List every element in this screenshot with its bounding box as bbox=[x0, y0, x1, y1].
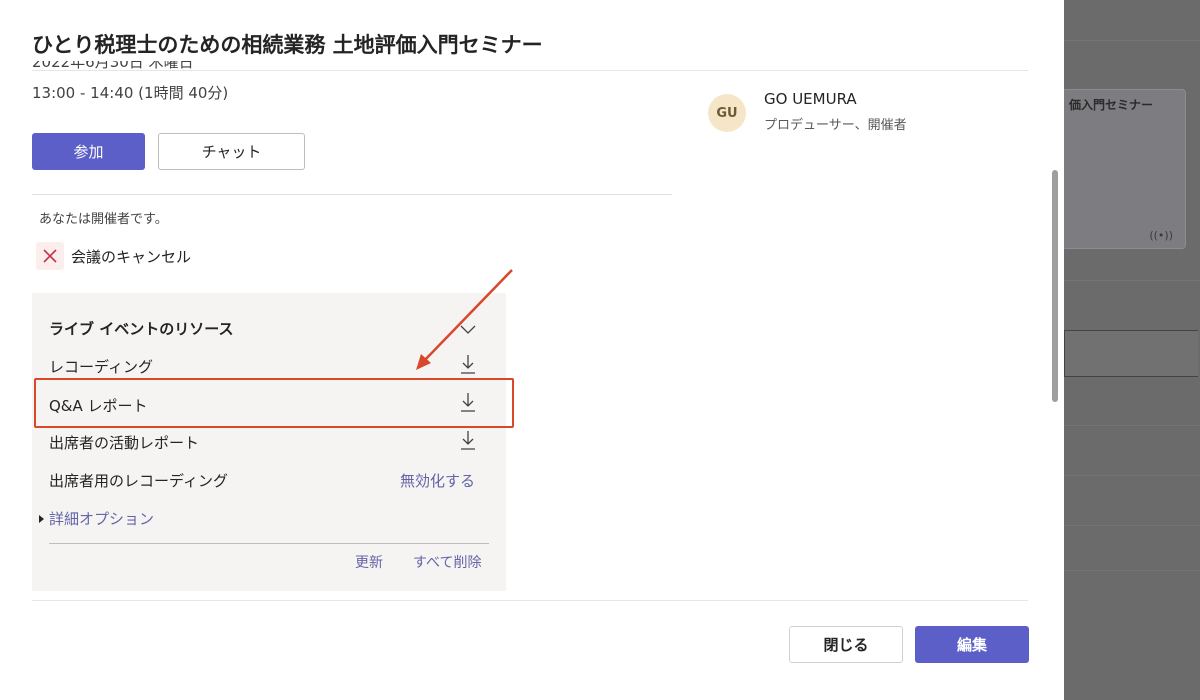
attendee-activity-report-label: 出席者の活動レポート bbox=[49, 434, 200, 452]
background-divider bbox=[1064, 280, 1200, 281]
background-input-box bbox=[1064, 330, 1198, 377]
expand-triangle-icon[interactable] bbox=[39, 515, 44, 523]
avatar: GU bbox=[708, 94, 746, 132]
background-card-title: 価入門セミナー bbox=[1069, 98, 1154, 112]
download-icon[interactable] bbox=[460, 430, 476, 454]
event-date: 2022年6月30日 木曜日 bbox=[32, 61, 194, 70]
event-details-dialog: ひとり税理士のための相続業務 土地評価入門セミナー 2022年6月30日 木曜日… bbox=[0, 0, 1064, 700]
footer-divider bbox=[32, 600, 1028, 601]
broadcast-icon: ((•)) bbox=[1149, 229, 1173, 242]
join-button[interactable]: 参加 bbox=[32, 133, 145, 170]
highlight-annotation-box bbox=[34, 378, 514, 428]
participant-role: プロデューサー、開催者 bbox=[764, 118, 907, 133]
cancel-meeting-button[interactable]: 会議のキャンセル bbox=[36, 242, 191, 270]
event-time: 13:00 - 14:40 (1時間 40分) bbox=[32, 84, 229, 102]
download-icon[interactable] bbox=[460, 354, 476, 378]
title-divider bbox=[32, 70, 1028, 71]
background-event-card: 価入門セミナー ((•)) bbox=[1062, 89, 1186, 249]
background-divider bbox=[1064, 425, 1200, 426]
edit-button[interactable]: 編集 bbox=[915, 626, 1029, 663]
background-divider bbox=[1064, 525, 1200, 526]
close-button[interactable]: 閉じる bbox=[789, 626, 903, 663]
scrollbar[interactable] bbox=[1052, 170, 1058, 402]
resources-title: ライブ イベントのリソース bbox=[49, 320, 234, 338]
dialog-title: ひとり税理士のための相続業務 土地評価入門セミナー bbox=[32, 33, 543, 57]
advanced-options-link[interactable]: 詳細オプション bbox=[49, 508, 154, 529]
close-icon bbox=[36, 242, 64, 270]
live-event-resources-panel: ライブ イベントのリソース レコーディング Q&A レポート 出席者の活動レポー… bbox=[32, 293, 506, 591]
background-divider bbox=[1064, 40, 1200, 41]
chevron-down-icon[interactable] bbox=[460, 320, 476, 339]
background-divider bbox=[1064, 475, 1200, 476]
resources-divider bbox=[49, 543, 489, 544]
organizer-note: あなたは開催者です。 bbox=[39, 212, 168, 227]
section-divider bbox=[32, 194, 672, 195]
chat-button[interactable]: チャット bbox=[158, 133, 305, 170]
recording-item-label: レコーディング bbox=[49, 358, 153, 376]
delete-all-link[interactable]: すべて削除 bbox=[413, 552, 481, 572]
disable-recording-link[interactable]: 無効化する bbox=[400, 470, 475, 491]
participant-name: GO UEMURA bbox=[764, 90, 857, 108]
cancel-meeting-label: 会議のキャンセル bbox=[71, 247, 192, 266]
attendee-recording-label: 出席者用のレコーディング bbox=[49, 472, 228, 490]
refresh-link[interactable]: 更新 bbox=[355, 552, 383, 572]
background-divider bbox=[1064, 570, 1200, 571]
